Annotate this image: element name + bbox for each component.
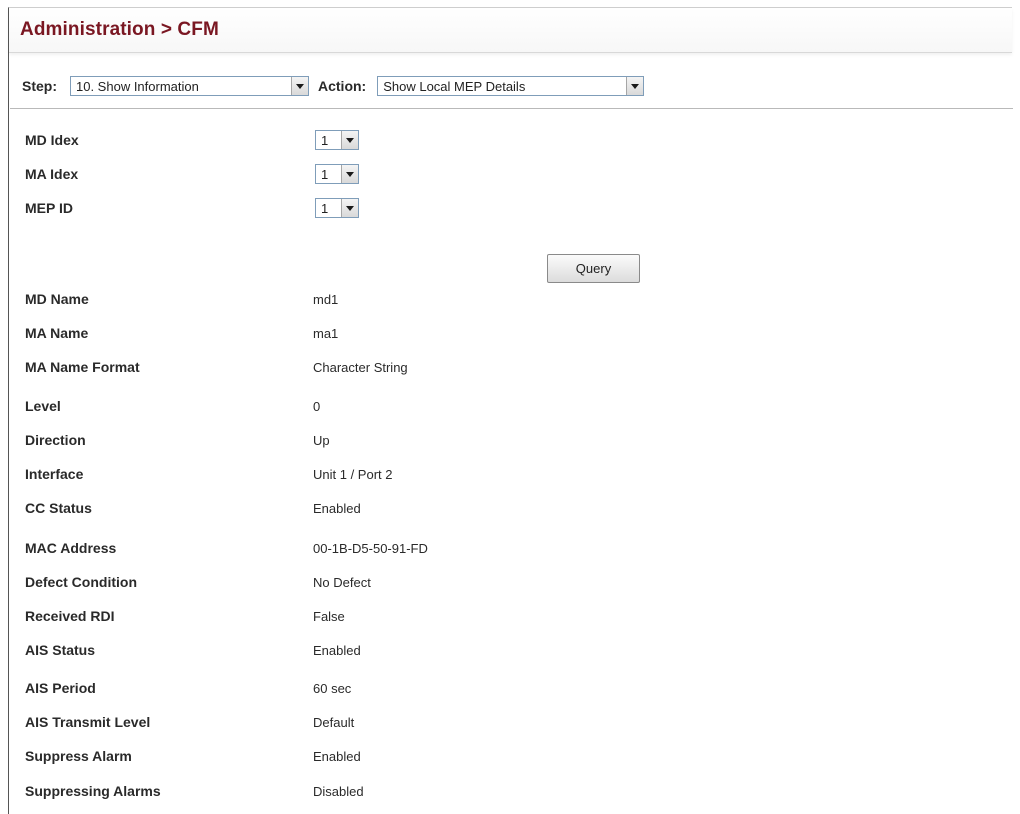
chevron-down-icon[interactable] (341, 131, 358, 149)
detail-value: 60 sec (313, 680, 352, 696)
detail-value: Enabled (313, 500, 361, 516)
detail-value: No Defect (313, 574, 371, 590)
detail-row: AIS Transmit Level Default (25, 712, 354, 732)
detail-value: md1 (313, 291, 339, 307)
detail-row: Level 0 (25, 396, 320, 416)
mep-id-value: 1 (321, 200, 329, 216)
md-index-select[interactable]: 1 (315, 130, 359, 150)
detail-value: 00-1B-D5-50-91-FD (313, 540, 428, 556)
detail-label: AIS Status (25, 642, 96, 658)
detail-value: Disabled (313, 783, 364, 799)
detail-label: Suppressing Alarms (25, 783, 161, 799)
detail-row: Direction Up (25, 430, 330, 450)
detail-label: MAC Address (25, 540, 117, 556)
detail-value: Default (313, 714, 355, 730)
detail-value: False (313, 608, 345, 624)
action-select[interactable]: Show Local MEP Details (377, 76, 645, 96)
detail-label: AIS Transmit Level (25, 714, 151, 730)
detail-row: MA Name Format Character String (25, 357, 408, 377)
detail-label: MA Name (25, 325, 89, 341)
detail-row: Received RDI False (25, 606, 345, 626)
detail-value: Character String (313, 359, 408, 375)
step-toolbar: Step: 10. Show Information Action: Show … (10, 64, 1013, 109)
detail-row: Interface Unit 1 / Port 2 (25, 464, 392, 484)
detail-label: MA Name Format (25, 359, 140, 375)
detail-label: Direction (25, 432, 86, 448)
md-index-row: MD Idex 1 (25, 130, 359, 150)
detail-label: CC Status (25, 500, 92, 516)
detail-row: Suppressing Alarms Disabled (25, 781, 364, 801)
md-index-label: MD Idex (25, 132, 79, 148)
detail-label: Received RDI (25, 608, 115, 624)
detail-label: Level (25, 398, 61, 414)
ma-index-row: MA Idex 1 (25, 164, 359, 184)
ma-index-select[interactable]: 1 (315, 164, 359, 184)
detail-row: MD Name md1 (25, 289, 338, 309)
detail-value: ma1 (313, 325, 339, 341)
detail-value: Enabled (313, 748, 361, 764)
detail-row: Defect Condition No Defect (25, 572, 371, 592)
content-frame: Administration > CFM Step: 10. Show Info… (8, 7, 1013, 814)
mep-id-label: MEP ID (25, 200, 73, 216)
detail-row: MA Name ma1 (25, 323, 338, 343)
detail-label: Defect Condition (25, 574, 137, 590)
page-title: Administration > CFM (20, 19, 219, 40)
detail-label: AIS Period (25, 680, 96, 696)
chevron-down-icon[interactable] (626, 77, 644, 95)
ma-index-value: 1 (321, 166, 329, 182)
page-header: Administration > CFM (9, 8, 1012, 53)
detail-label: MD Name (25, 291, 89, 307)
detail-value: Up (313, 432, 330, 448)
detail-row: AIS Period 60 sec (25, 678, 351, 698)
detail-value: Enabled (313, 642, 361, 658)
detail-label: Interface (25, 466, 84, 482)
step-select-value: 10. Show Information (76, 78, 199, 94)
query-button[interactable]: Query (547, 254, 640, 283)
ma-index-label: MA Idex (25, 166, 79, 182)
action-select-value: Show Local MEP Details (383, 78, 526, 94)
detail-value: 0 (313, 398, 321, 414)
md-index-value: 1 (321, 132, 329, 148)
chevron-down-icon[interactable] (341, 199, 358, 217)
step-label: Step: (22, 78, 57, 94)
detail-value: Unit 1 / Port 2 (313, 466, 393, 482)
mep-id-row: MEP ID 1 (25, 198, 359, 218)
step-select[interactable]: 10. Show Information (70, 76, 309, 96)
chevron-down-icon[interactable] (291, 77, 308, 95)
detail-row: CC Status Enabled (25, 498, 361, 518)
detail-row: MAC Address 00-1B-D5-50-91-FD (25, 538, 428, 558)
detail-row: AIS Status Enabled (25, 640, 361, 660)
detail-row: Suppress Alarm Enabled (25, 746, 361, 766)
action-label: Action: (318, 78, 367, 94)
chevron-down-icon[interactable] (341, 165, 358, 183)
mep-id-select[interactable]: 1 (315, 198, 359, 218)
detail-label: Suppress Alarm (25, 748, 132, 764)
